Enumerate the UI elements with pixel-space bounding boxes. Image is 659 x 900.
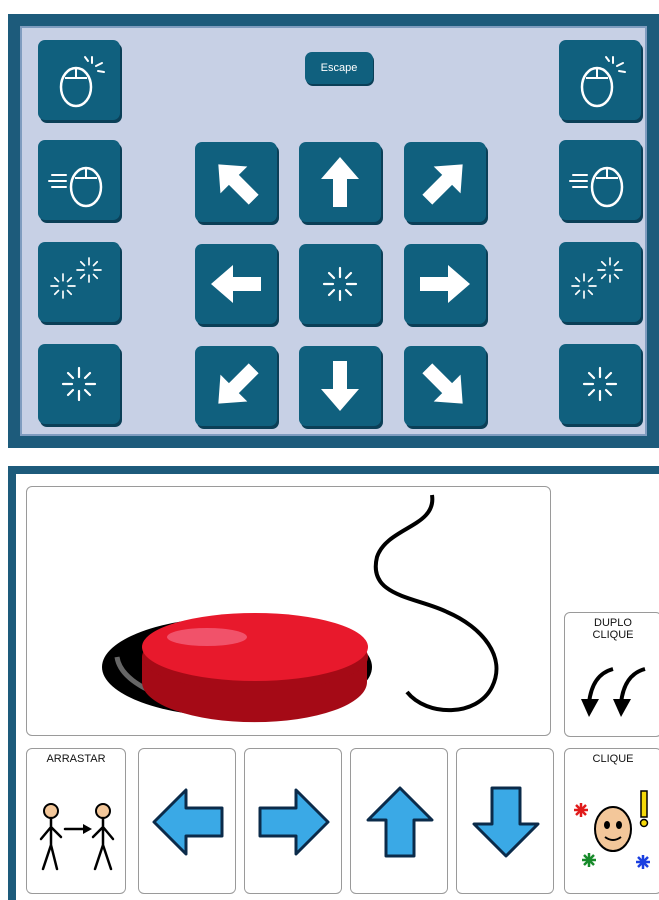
arrow-down-left-icon xyxy=(203,353,269,419)
right-click-button[interactable] xyxy=(559,40,641,120)
click-label: CLIQUE xyxy=(592,753,634,765)
move-up-left-button[interactable] xyxy=(195,142,277,222)
switch-board-surface: DUPLO CLIQUE ARRASTAR CLIQUE xyxy=(16,474,659,900)
click-sparkle-icon xyxy=(582,366,618,402)
arrow-right-icon xyxy=(412,251,478,317)
drag-label: ARRASTAR xyxy=(46,753,106,765)
move-up-button[interactable] xyxy=(299,142,381,222)
drag-button[interactable] xyxy=(38,140,120,220)
right-drag-button[interactable] xyxy=(559,140,641,220)
arrow-up-icon xyxy=(307,149,373,215)
click-button[interactable] xyxy=(38,344,120,424)
mouse-drag-icon xyxy=(48,147,112,213)
click-face-icon xyxy=(574,790,650,869)
escape-button[interactable]: Escape xyxy=(305,52,373,84)
move-up-right-button[interactable] xyxy=(404,142,486,222)
switch-image-card[interactable] xyxy=(26,486,551,736)
right-double-click-button[interactable] xyxy=(559,242,641,322)
arrow-down-icon xyxy=(307,353,373,419)
mouse-drag-icon xyxy=(569,147,633,213)
double-click-card[interactable]: DUPLO CLIQUE xyxy=(564,612,659,737)
arrow-up-icon xyxy=(360,782,440,862)
move-down-left-button[interactable] xyxy=(195,346,277,426)
arrow-down-right-icon xyxy=(412,353,478,419)
double-click-icon xyxy=(50,257,102,299)
arrow-up-left-icon xyxy=(203,149,269,215)
double-click-icon xyxy=(571,257,623,299)
arrow-up-right-icon xyxy=(412,149,478,215)
switch-access-board: DUPLO CLIQUE ARRASTAR CLIQUE xyxy=(8,466,659,900)
right-single-click-button[interactable] xyxy=(559,344,641,424)
center-click-button[interactable] xyxy=(299,244,381,324)
drag-people-icon xyxy=(39,803,115,871)
click-card[interactable]: CLIQUE xyxy=(564,748,659,894)
double-click-arrows-icon xyxy=(581,667,646,717)
move-right-button[interactable] xyxy=(404,244,486,324)
click-sparkle-icon xyxy=(61,366,97,402)
on-screen-mouse-keyboard: Escape xyxy=(8,14,659,448)
red-switch-button-icon xyxy=(102,494,499,723)
down-arrow-card[interactable] xyxy=(456,748,554,894)
arrow-down-icon xyxy=(466,782,546,862)
up-arrow-card[interactable] xyxy=(350,748,448,894)
move-down-button[interactable] xyxy=(299,346,381,426)
double-click-button[interactable] xyxy=(38,242,120,322)
arrow-left-icon xyxy=(203,251,269,317)
mouse-click-icon xyxy=(46,56,105,113)
right-arrow-card[interactable] xyxy=(244,748,342,894)
double-click-label: DUPLO CLIQUE xyxy=(592,617,634,641)
left-arrow-card[interactable] xyxy=(138,748,236,894)
arrow-right-icon xyxy=(254,782,334,862)
mouse-click-icon xyxy=(567,56,626,113)
arrow-left-icon xyxy=(148,782,228,862)
left-click-button[interactable] xyxy=(38,40,120,120)
center-sparkle-icon xyxy=(322,266,358,302)
drag-card[interactable]: ARRASTAR xyxy=(26,748,126,894)
move-left-button[interactable] xyxy=(195,244,277,324)
move-down-right-button[interactable] xyxy=(404,346,486,426)
